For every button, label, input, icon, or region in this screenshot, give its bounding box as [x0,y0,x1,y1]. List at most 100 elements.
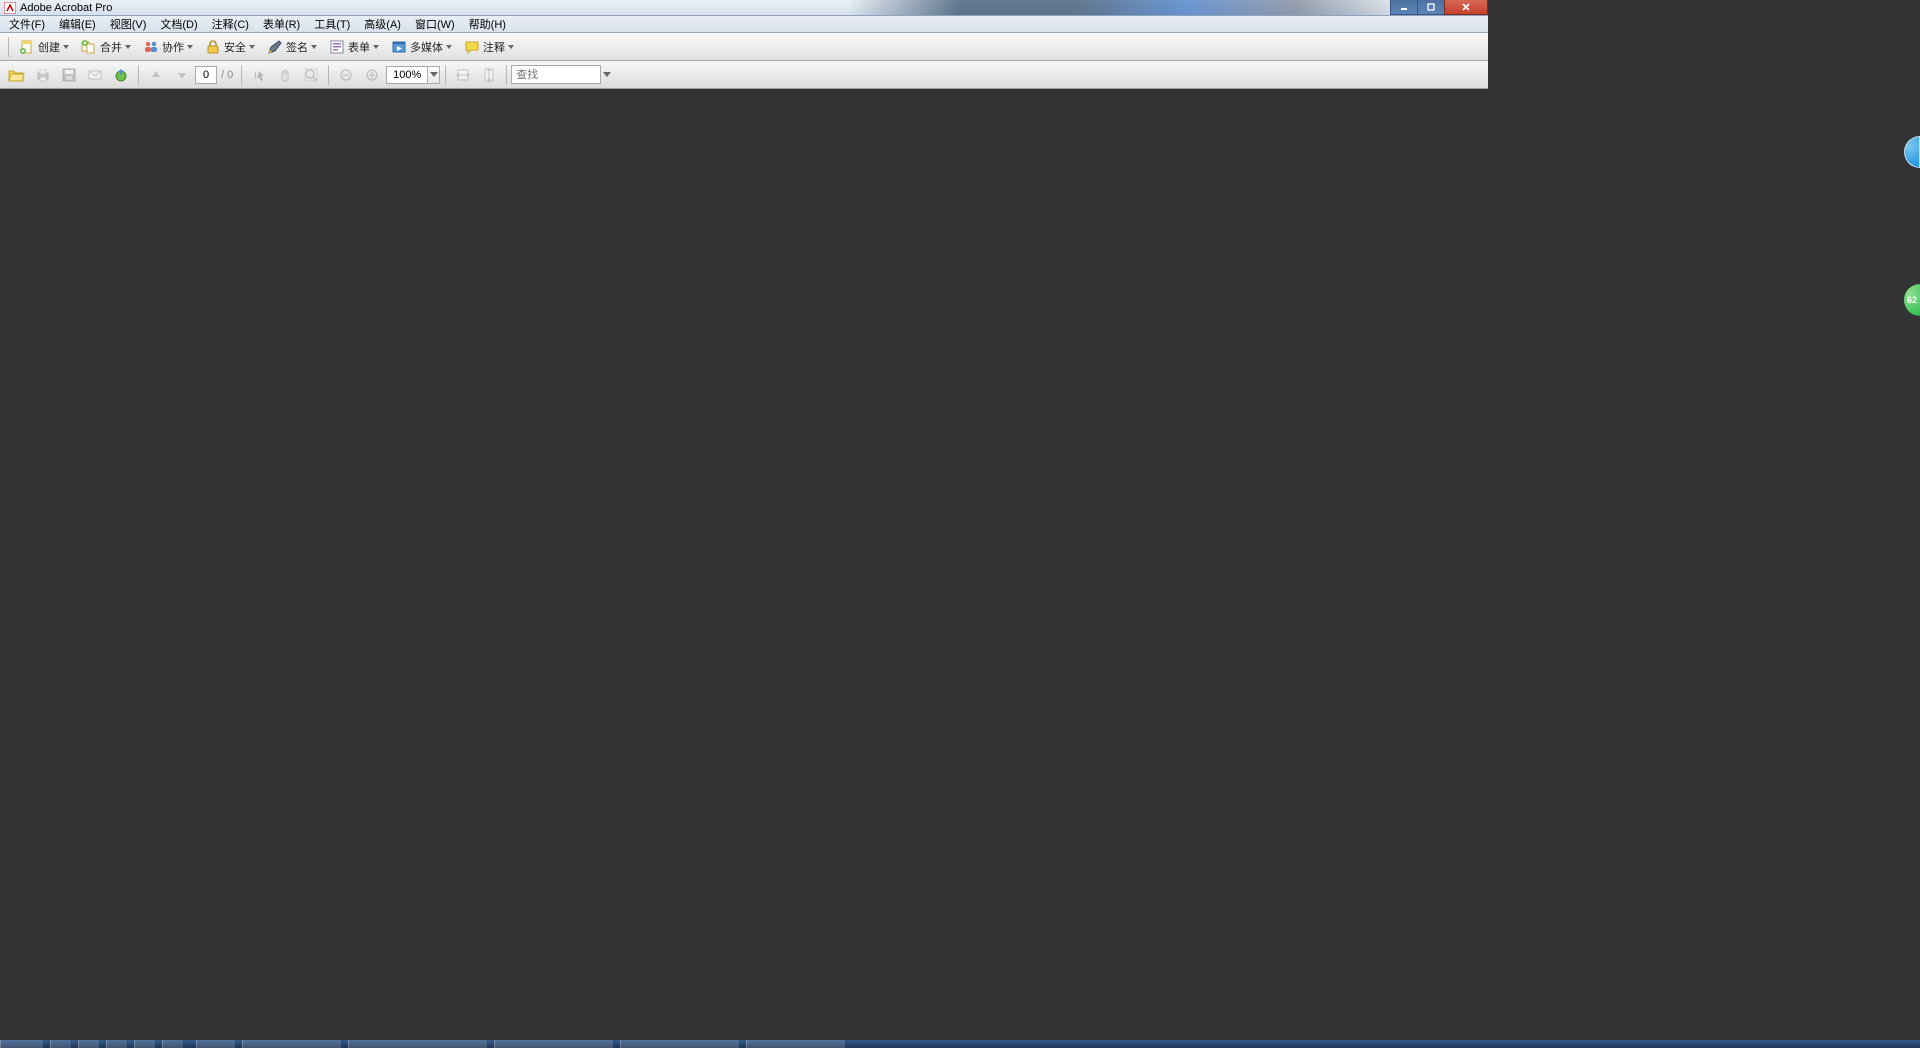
forms-label: 表单 [348,39,370,55]
dropdown-arrow-icon [249,45,255,49]
taskbar-item[interactable] [494,1040,614,1048]
email-button[interactable] [83,64,107,86]
svg-text:I: I [254,71,257,82]
menu-view[interactable]: 视图(V) [103,15,154,33]
collaborate-label: 协作 [162,39,184,55]
zoom-dropdown-arrow[interactable] [428,66,440,84]
form-icon [329,39,345,55]
taskbar-item[interactable] [134,1040,156,1048]
dropdown-arrow-icon [446,45,452,49]
sign-label: 签名 [286,39,308,55]
zoom-combo[interactable]: 100% [385,65,441,85]
multimedia-icon [391,39,407,55]
menu-tools[interactable]: 工具(T) [307,15,357,33]
title-decoration [848,0,1408,15]
dropdown-arrow-icon [508,45,514,49]
dropdown-arrow-icon [373,45,379,49]
taskbar-item[interactable] [746,1040,846,1048]
menu-window[interactable]: 窗口(W) [408,15,462,33]
menu-document[interactable]: 文档(D) [153,15,204,33]
create-button[interactable]: 创建 [14,36,74,58]
next-page-button[interactable] [170,64,194,86]
fit-width-button[interactable] [451,64,475,86]
floating-widget-blue[interactable] [1904,136,1920,168]
forms-button[interactable]: 表单 [324,36,384,58]
collaborate-icon [143,39,159,55]
chevron-down-icon [603,72,611,78]
document-area [0,89,1488,804]
menu-edit[interactable]: 编辑(E) [52,15,103,33]
task-toolbar: 创建 合并 协作 安全 签名 表单 [0,33,1488,61]
maximize-button[interactable] [1417,0,1445,15]
comment-label: 注释 [483,39,505,55]
taskbar[interactable] [0,1040,1920,1048]
share-button[interactable] [109,64,133,86]
prev-page-button[interactable] [144,64,168,86]
arrow-up-icon [149,68,163,82]
zoom-out-button[interactable] [334,64,358,86]
toolbar-separator [328,65,329,85]
comment-icon [464,39,480,55]
minus-circle-icon [339,68,353,82]
taskbar-start[interactable] [0,1040,44,1048]
fit-page-button[interactable] [477,64,501,86]
print-button[interactable] [31,64,55,86]
folder-open-icon [8,67,26,83]
toolbar-separator [241,65,242,85]
minimize-button[interactable] [1390,0,1418,15]
page-total-label: / 0 [221,69,233,81]
save-button[interactable] [57,64,81,86]
page-number-input[interactable] [195,66,217,84]
multimedia-button[interactable]: 多媒体 [386,36,457,58]
find-input[interactable] [511,65,601,84]
collaborate-button[interactable]: 协作 [138,36,198,58]
menu-file[interactable]: 文件(F) [2,15,52,33]
taskbar-item[interactable] [106,1040,128,1048]
printer-icon [35,67,51,83]
fit-width-icon [455,68,471,82]
badge-count: 62 [1907,295,1917,305]
dropdown-arrow-icon [125,45,131,49]
floating-widget-green[interactable]: 62 [1904,284,1920,316]
taskbar-item[interactable] [50,1040,72,1048]
window-controls [1391,0,1488,15]
hand-icon [278,68,292,82]
taskbar-item[interactable] [348,1040,488,1048]
globe-upload-icon [113,67,129,83]
comment-button[interactable]: 注释 [459,36,519,58]
taskbar-item[interactable] [620,1040,740,1048]
plus-circle-icon [365,68,379,82]
menu-bar: 文件(F) 编辑(E) 视图(V) 文档(D) 注释(C) 表单(R) 工具(T… [0,16,1488,33]
zoom-in-button[interactable] [360,64,384,86]
dropdown-arrow-icon [311,45,317,49]
open-button[interactable] [5,64,29,86]
select-tool-button[interactable]: I [247,64,271,86]
menu-comment[interactable]: 注释(C) [205,15,256,33]
toolbar-separator [506,65,507,85]
taskbar-item[interactable] [242,1040,342,1048]
multimedia-label: 多媒体 [410,39,443,55]
close-button[interactable] [1444,0,1488,15]
marquee-zoom-button[interactable] [299,64,323,86]
hand-tool-button[interactable] [273,64,297,86]
menu-help[interactable]: 帮助(H) [462,15,513,33]
toolbar-separator [138,65,139,85]
taskbar-item[interactable] [196,1040,236,1048]
sign-button[interactable]: 签名 [262,36,322,58]
combine-button[interactable]: 合并 [76,36,136,58]
fit-page-icon [481,68,497,82]
toolbar-separator [445,65,446,85]
dropdown-arrow-icon [187,45,193,49]
taskbar-item[interactable] [78,1040,100,1048]
find-dropdown-arrow[interactable] [601,65,613,84]
menu-forms[interactable]: 表单(R) [256,15,307,33]
zoom-value[interactable]: 100% [386,66,428,84]
find-field-wrap [511,65,613,84]
title-bar: Adobe Acrobat Pro [0,0,1488,16]
combine-icon [81,39,97,55]
combine-label: 合并 [100,39,122,55]
taskbar-item[interactable] [162,1040,184,1048]
menu-advanced[interactable]: 高级(A) [357,15,408,33]
window-title: Adobe Acrobat Pro [20,2,112,14]
security-button[interactable]: 安全 [200,36,260,58]
